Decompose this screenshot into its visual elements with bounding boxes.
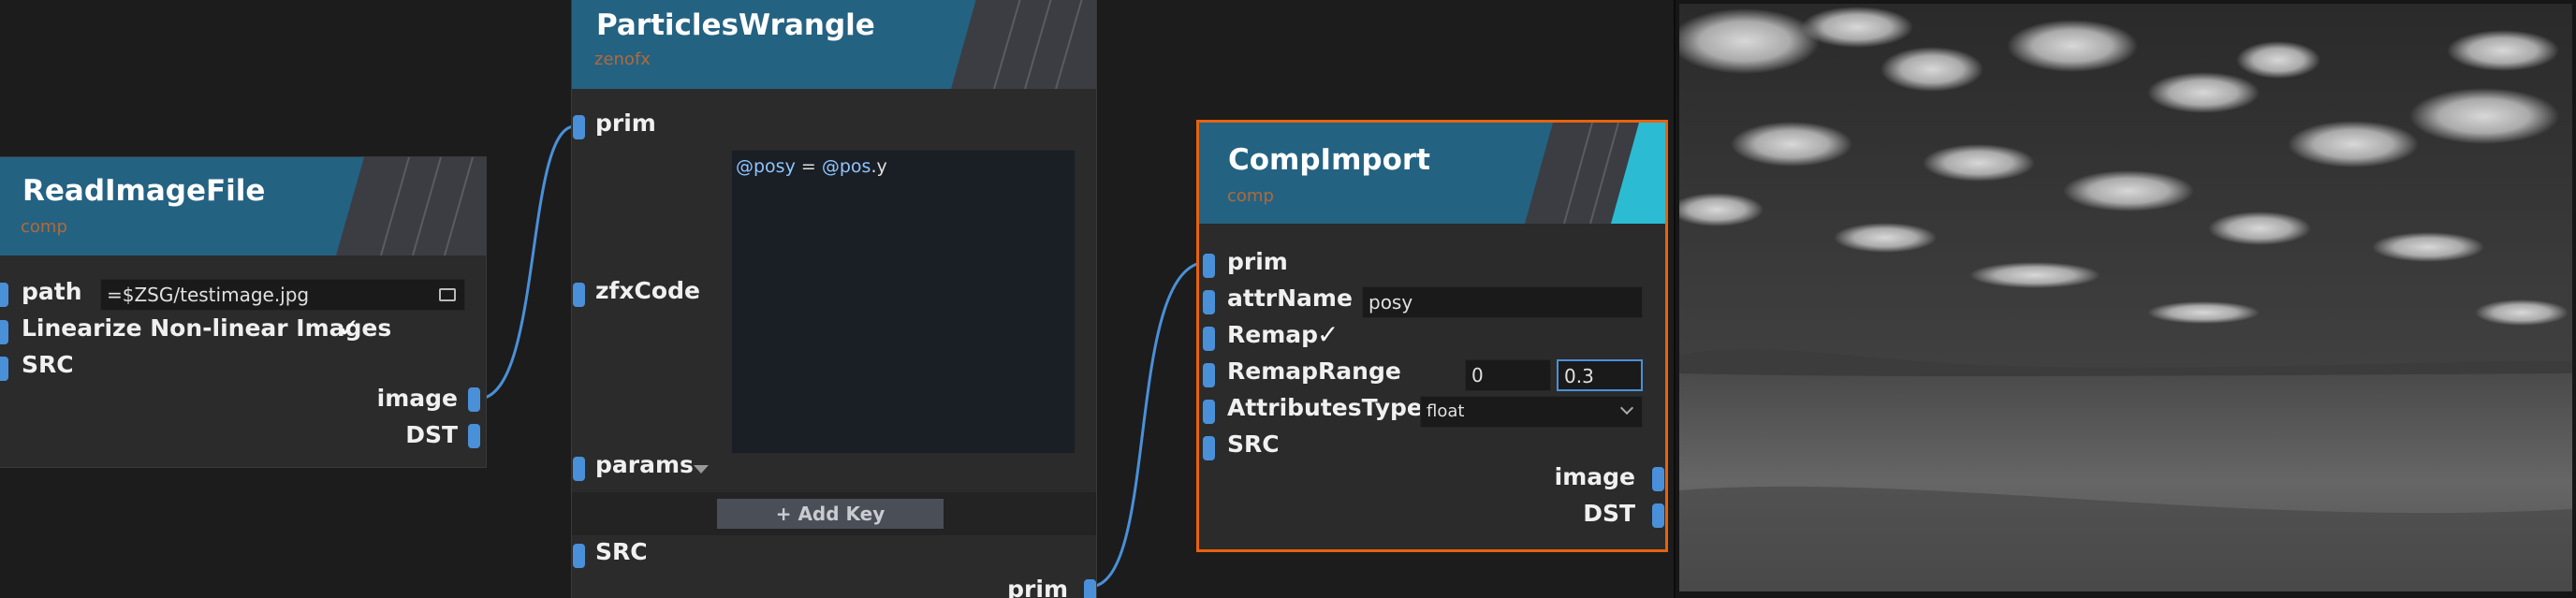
remap-label: Remap bbox=[1227, 321, 1319, 348]
node-header[interactable]: ReadImageFile comp bbox=[0, 157, 486, 255]
path-field[interactable]: =$ZSG/testimage.jpg bbox=[100, 279, 465, 311]
zfxcode-label: zfxCode bbox=[595, 277, 700, 304]
node-editor-canvas[interactable]: ReadImageFile comp path =$ZSG/testimage.… bbox=[0, 0, 1674, 598]
attrname-field[interactable]: posy bbox=[1362, 286, 1643, 318]
prim-output-label: prim bbox=[1007, 576, 1068, 598]
zfxcode-editor[interactable]: @posy = @pos.y bbox=[731, 150, 1076, 454]
remaprange-min-field[interactable]: 0 bbox=[1465, 359, 1551, 391]
prim-input-socket[interactable] bbox=[1203, 254, 1215, 278]
readimagefile-node[interactable]: ReadImageFile comp path =$ZSG/testimage.… bbox=[0, 156, 487, 468]
wire-image-to-prim[interactable] bbox=[477, 124, 576, 401]
params-input-socket[interactable] bbox=[573, 457, 585, 481]
prim-label: prim bbox=[595, 109, 656, 137]
code-token: .y bbox=[871, 156, 887, 177]
node-category: comp bbox=[1227, 186, 1274, 206]
node-header[interactable]: CompImport comp bbox=[1199, 123, 1665, 224]
src-label: SRC bbox=[1227, 430, 1280, 458]
remaprange-label: RemapRange bbox=[1227, 357, 1401, 385]
header-decoration bbox=[951, 0, 1096, 89]
src-input-socket[interactable] bbox=[0, 357, 8, 381]
dst-output-socket[interactable] bbox=[1652, 503, 1664, 528]
node-title: CompImport bbox=[1228, 143, 1430, 177]
image-output-label: image bbox=[1554, 463, 1635, 490]
add-key-button[interactable]: + Add Key bbox=[717, 499, 944, 529]
attributestype-select[interactable]: float bbox=[1420, 396, 1643, 428]
linearize-checkbox[interactable]: ✓ bbox=[338, 313, 359, 343]
node-category: comp bbox=[21, 217, 67, 237]
header-decoration bbox=[336, 157, 486, 255]
code-token: @pos bbox=[821, 156, 871, 177]
image-preview-panel[interactable] bbox=[1676, 0, 2576, 598]
path-label: path bbox=[22, 278, 82, 305]
path-input-socket[interactable] bbox=[0, 283, 8, 307]
prim-input-socket[interactable] bbox=[573, 115, 585, 139]
node-category: zenofx bbox=[594, 50, 651, 69]
image-output-socket[interactable] bbox=[1652, 467, 1664, 491]
src-input-socket[interactable] bbox=[573, 544, 585, 568]
params-label: params bbox=[595, 451, 694, 478]
node-title: ReadImageFile bbox=[22, 174, 266, 208]
image-output-socket[interactable] bbox=[468, 387, 480, 412]
code-token: = bbox=[800, 156, 816, 177]
folder-icon[interactable] bbox=[439, 288, 456, 301]
dst-output-label: DST bbox=[405, 421, 458, 448]
dst-output-label: DST bbox=[1583, 500, 1635, 527]
zfxcode-input-socket[interactable] bbox=[573, 283, 585, 307]
compimport-node[interactable]: CompImport comp prim attrName posy Remap… bbox=[1196, 120, 1668, 552]
attributestype-label: AttributesType bbox=[1227, 394, 1423, 421]
remap-checkbox[interactable]: ✓ bbox=[1317, 319, 1339, 350]
remaprange-max-field[interactable]: 0.3 bbox=[1557, 359, 1643, 391]
attributestype-input-socket[interactable] bbox=[1203, 400, 1215, 424]
prim-output-socket[interactable] bbox=[1084, 579, 1096, 598]
src-label: SRC bbox=[22, 351, 74, 378]
src-label: SRC bbox=[595, 538, 648, 565]
linearize-input-socket[interactable] bbox=[0, 320, 8, 344]
landscape-preview-image bbox=[1679, 4, 2572, 591]
remaprange-input-socket[interactable] bbox=[1203, 363, 1215, 387]
src-input-socket[interactable] bbox=[1203, 436, 1215, 460]
remap-input-socket[interactable] bbox=[1203, 327, 1215, 351]
dst-output-socket[interactable] bbox=[468, 424, 480, 448]
attrname-input-socket[interactable] bbox=[1203, 290, 1215, 314]
prim-label: prim bbox=[1227, 248, 1288, 275]
header-decoration bbox=[1525, 123, 1665, 224]
image-output-label: image bbox=[376, 385, 458, 412]
node-header[interactable]: ParticlesWrangle zenofx bbox=[572, 0, 1096, 89]
linearize-label: Linearize Non-linear Images bbox=[22, 314, 392, 342]
wire-prim-to-prim[interactable] bbox=[1089, 260, 1208, 589]
code-token: @posy bbox=[736, 156, 796, 177]
particleswrangle-node[interactable]: ParticlesWrangle zenofx prim zfxCode @po… bbox=[571, 0, 1097, 598]
chevron-down-icon[interactable] bbox=[694, 465, 709, 474]
node-title: ParticlesWrangle bbox=[596, 8, 875, 42]
attrname-label: attrName bbox=[1227, 284, 1353, 312]
